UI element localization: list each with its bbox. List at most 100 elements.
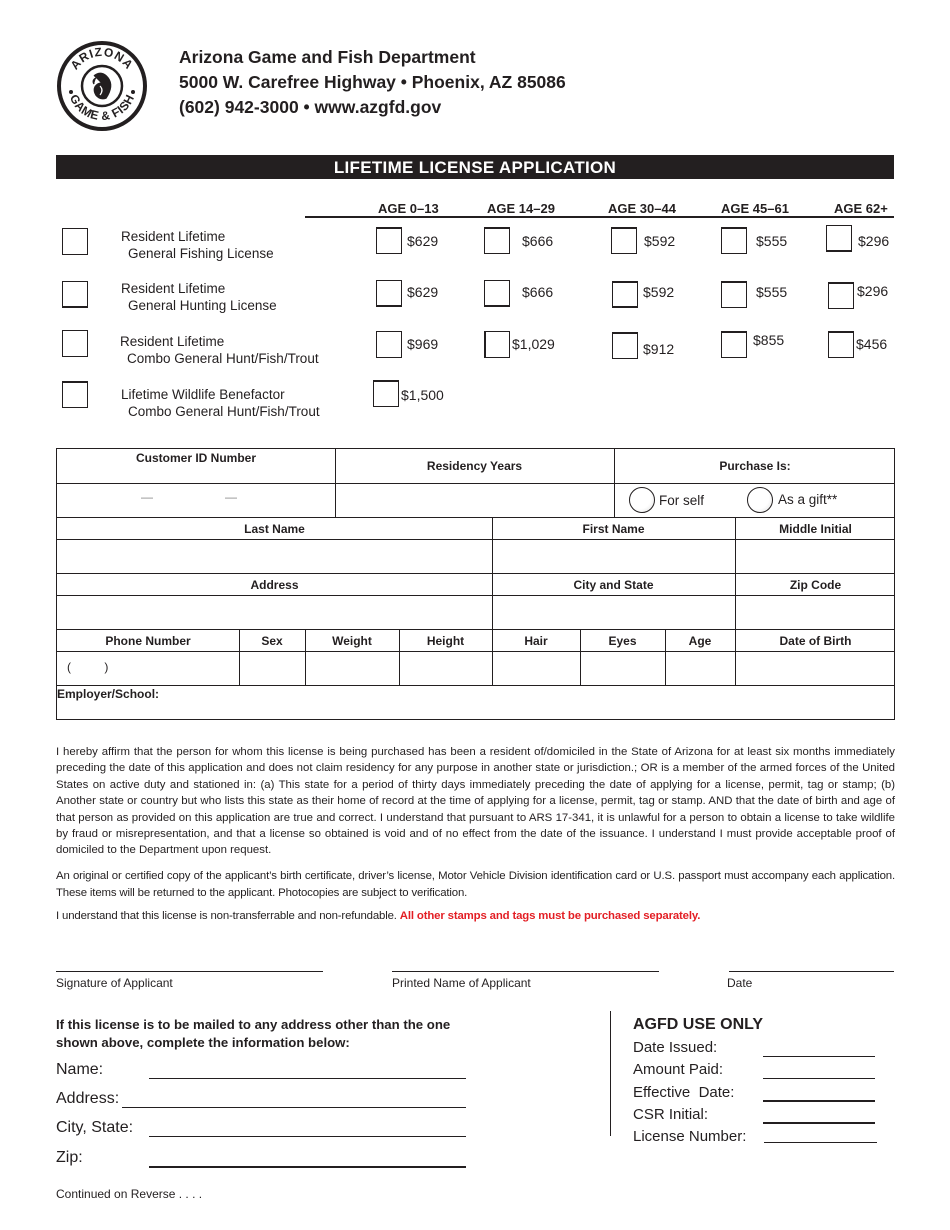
non-transferable-statement: I understand that this license is non-tr…: [56, 910, 400, 922]
price-checkbox-hunting-30-44[interactable]: [612, 281, 638, 308]
price-checkbox-combo-30-44[interactable]: [612, 332, 638, 359]
hair-field[interactable]: [493, 652, 580, 685]
price-checkbox-benefactor[interactable]: [373, 380, 399, 407]
dob-field[interactable]: [736, 652, 896, 685]
mail-name-label: Name:: [56, 1061, 104, 1078]
price-checkbox-fishing-14-29[interactable]: [484, 227, 510, 254]
agfd-effective-date-field[interactable]: [763, 1100, 875, 1102]
address-header: Address: [250, 578, 299, 592]
mail-zip-field[interactable]: [149, 1166, 466, 1168]
license-checkbox-fishing[interactable]: [62, 228, 88, 255]
price-checkbox-fishing-62-plus[interactable]: [826, 225, 852, 252]
price-checkbox-combo-45-61[interactable]: [721, 331, 747, 358]
agfd-logo: ARIZONA GAME & FISH: [56, 40, 148, 132]
mail-city-state-field[interactable]: [149, 1136, 466, 1138]
employer-school-label: Employer/School:: [57, 687, 160, 701]
agfd-date-issued-field[interactable]: [763, 1056, 875, 1058]
height-header: Height: [426, 634, 465, 648]
eyes-field[interactable]: [581, 652, 665, 685]
license-label-fishing: Resident Lifetime General Fishing Licens…: [121, 228, 274, 262]
price-hunting-14-29: $666: [522, 284, 554, 300]
printed-name-line[interactable]: [392, 971, 659, 973]
price-checkbox-fishing-45-61[interactable]: [721, 227, 747, 254]
agfd-license-number-field[interactable]: [764, 1142, 877, 1144]
license-checkbox-hunting[interactable]: [62, 281, 88, 308]
continued-on-reverse: Continued on Reverse . . . .: [56, 1187, 203, 1201]
price-hunting-45-61: $555: [756, 284, 788, 300]
employer-school-field[interactable]: [157, 686, 894, 720]
mail-zip-label: Zip:: [56, 1149, 83, 1166]
middle-initial-field[interactable]: [736, 540, 896, 573]
age-header-0-13: AGE 0–13: [378, 201, 439, 216]
price-hunting-62-plus: $296: [857, 283, 889, 299]
purchase-for-self-label: For self: [659, 493, 705, 508]
price-combo-0-13: $969: [407, 336, 439, 352]
agfd-amount-paid-field[interactable]: [763, 1078, 875, 1080]
mail-address-field[interactable]: [122, 1107, 466, 1109]
license-label-combo: Resident Lifetime Combo General Hunt/Fis…: [120, 333, 319, 367]
age-field[interactable]: [666, 652, 735, 685]
height-field[interactable]: [400, 652, 492, 685]
customer-id-separator: —: [225, 490, 237, 504]
price-hunting-30-44: $592: [643, 284, 675, 300]
residency-years-field[interactable]: [336, 484, 614, 517]
price-checkbox-combo-14-29[interactable]: [484, 331, 510, 358]
price-combo-14-29: $1,029: [512, 336, 555, 352]
mail-city-state-label: City, State:: [56, 1119, 134, 1136]
middle-initial-header: Middle Initial: [779, 522, 852, 536]
agfd-section-divider: [610, 1011, 612, 1136]
address-field[interactable]: [57, 596, 492, 629]
license-checkbox-combo[interactable]: [62, 330, 88, 357]
dob-header: Date of Birth: [779, 634, 852, 648]
price-checkbox-hunting-0-13[interactable]: [376, 280, 402, 307]
arizona-game-and-fish-seal-icon: ARIZONA GAME & FISH: [57, 41, 147, 131]
hair-header: Hair: [524, 634, 548, 648]
first-name-field[interactable]: [493, 540, 735, 573]
license-checkbox-benefactor[interactable]: [62, 381, 88, 408]
table-rule: [57, 573, 894, 575]
residency-years-header: Residency Years: [426, 459, 523, 473]
first-name-header: First Name: [582, 522, 645, 536]
price-checkbox-hunting-62-plus[interactable]: [828, 282, 854, 309]
table-rule: [57, 517, 894, 519]
last-name-field[interactable]: [57, 540, 492, 573]
agfd-csr-initial-field[interactable]: [763, 1122, 875, 1124]
age-header-30-44: AGE 30–44: [608, 201, 676, 216]
customer-id-field[interactable]: — —: [57, 484, 335, 517]
agfd-csr-initial-label: CSR Initial:: [633, 1106, 709, 1123]
price-checkbox-combo-0-13[interactable]: [376, 331, 402, 358]
sex-field[interactable]: [240, 652, 305, 685]
license-line2: Combo General Hunt/Fish/Trout: [128, 404, 320, 419]
price-fishing-62-plus: $296: [858, 233, 890, 249]
zip-code-field[interactable]: [736, 596, 896, 629]
date-label: Date: [727, 976, 753, 990]
license-label-benefactor: Lifetime Wildlife Benefactor Combo Gener…: [121, 386, 320, 420]
license-line1: Resident Lifetime: [121, 281, 226, 296]
price-checkbox-fishing-30-44[interactable]: [611, 227, 637, 254]
phone-field[interactable]: ( ): [57, 652, 239, 685]
zip-code-header: Zip Code: [789, 578, 842, 592]
price-checkbox-combo-62-plus[interactable]: [828, 331, 854, 358]
applicant-info-table: Customer ID Number Residency Years Purch…: [56, 448, 895, 720]
agfd-license-number-label: License Number:: [633, 1128, 747, 1145]
license-line2: General Hunting License: [128, 298, 277, 313]
age-header-rule: [305, 216, 894, 218]
license-line1: Lifetime Wildlife Benefactor: [121, 387, 285, 402]
price-combo-30-44: $912: [643, 341, 675, 357]
age-header-62-plus: AGE 62+: [834, 201, 888, 216]
org-address: 5000 W. Carefree Highway • Phoenix, AZ 8…: [179, 72, 566, 92]
purchase-for-self-radio[interactable]: [629, 487, 655, 513]
date-line[interactable]: [729, 971, 894, 973]
price-checkbox-fishing-0-13[interactable]: [376, 227, 402, 254]
weight-header: Weight: [332, 634, 372, 648]
price-checkbox-hunting-14-29[interactable]: [484, 280, 510, 307]
price-checkbox-hunting-45-61[interactable]: [721, 281, 747, 308]
city-state-field[interactable]: [493, 596, 735, 629]
purchase-as-gift-label: As a gift**: [778, 492, 838, 507]
age-header-45-61: AGE 45–61: [721, 201, 789, 216]
weight-field[interactable]: [306, 652, 399, 685]
signature-line[interactable]: [56, 971, 323, 973]
documents-text: An original or certified copy of the app…: [56, 870, 895, 899]
purchase-as-gift-radio[interactable]: [747, 487, 773, 513]
mail-name-field[interactable]: [149, 1078, 466, 1080]
